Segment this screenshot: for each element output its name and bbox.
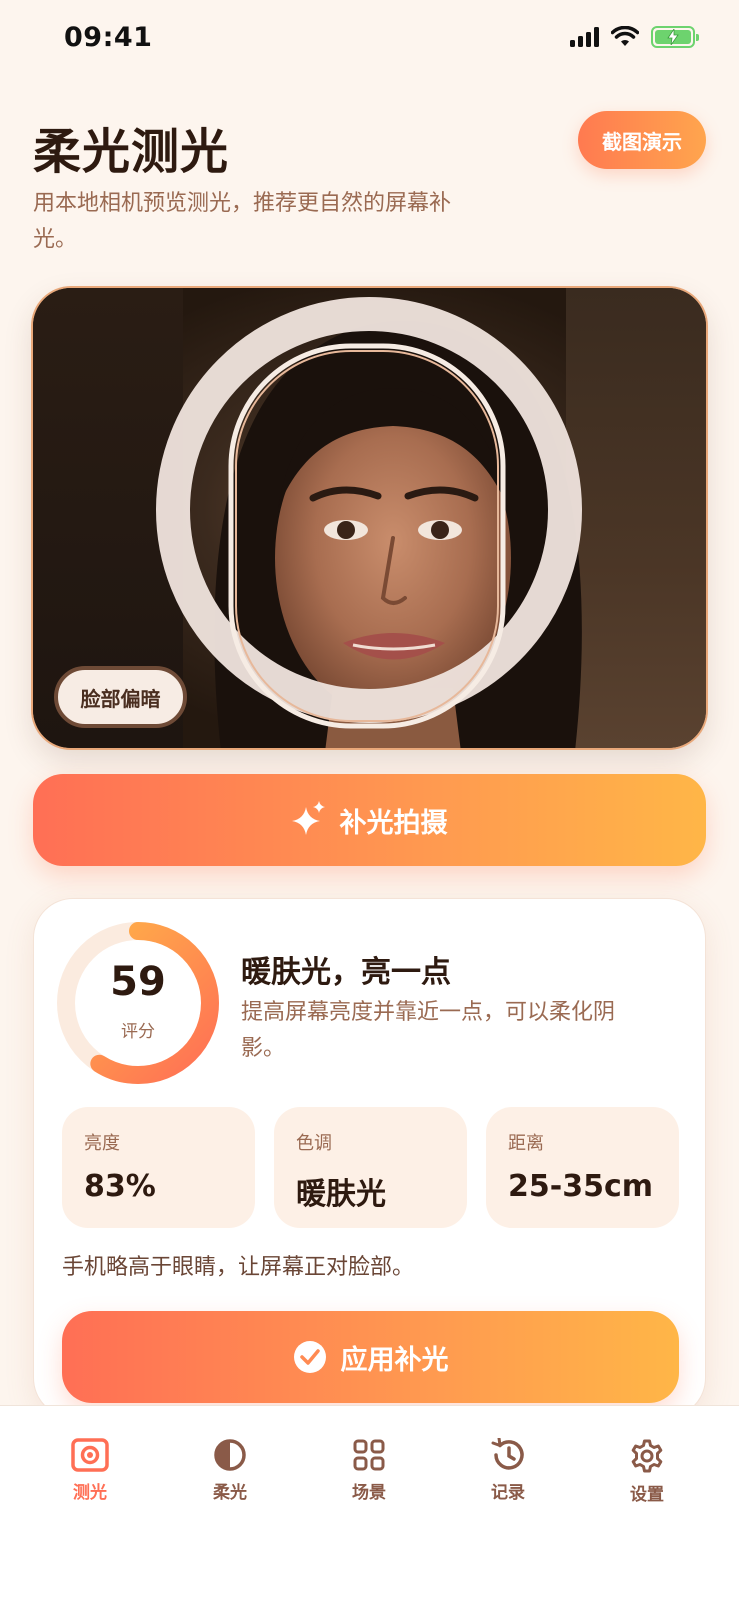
cellular-signal-icon — [570, 27, 599, 47]
grid-icon — [353, 1439, 385, 1471]
bottom-tab-bar: 测光 柔光 场景 记录 设置 — [0, 1405, 739, 1600]
metric-distance: 距离 25-35cm — [486, 1107, 679, 1228]
meter-icon — [71, 1438, 109, 1472]
contrast-icon — [214, 1439, 246, 1471]
apply-fill-light-button[interactable]: 应用补光 — [62, 1311, 679, 1403]
sparkle-icon — [291, 801, 325, 835]
tab-label: 柔光 — [213, 1483, 247, 1503]
status-bar: 09:41 — [0, 0, 739, 80]
camera-preview[interactable]: 脸部偏暗 — [33, 288, 706, 748]
metric-label: 色调 — [296, 1133, 332, 1154]
page-subtitle: 用本地相机预览测光，推荐更自然的屏幕补光。 — [33, 191, 452, 252]
score-value: 59 — [110, 959, 166, 1005]
recommendation-description: 提高屏幕亮度并靠近一点，可以柔化阴影。 — [241, 1000, 616, 1061]
tab-history[interactable]: 记录 — [458, 1438, 558, 1503]
page-title: 柔光测光 — [33, 124, 230, 180]
tab-label: 记录 — [491, 1483, 525, 1503]
metric-value: 83% — [84, 1169, 156, 1204]
face-status-chip: 脸部偏暗 — [54, 666, 187, 728]
capture-button-label: 补光拍摄 — [339, 807, 448, 839]
battery-charging-icon — [651, 26, 699, 48]
apply-button-label: 应用补光 — [340, 1344, 449, 1376]
score-label: 评分 — [121, 1022, 155, 1042]
check-circle-icon — [293, 1341, 326, 1373]
fill-light-capture-button[interactable]: 补光拍摄 — [33, 774, 706, 866]
history-icon — [491, 1438, 524, 1470]
metric-value: 暖肤光 — [296, 1177, 386, 1212]
status-icons — [570, 26, 699, 48]
metric-value: 25-35cm — [508, 1169, 653, 1204]
tab-label: 场景 — [352, 1483, 386, 1503]
tab-settings[interactable]: 设置 — [597, 1438, 697, 1505]
metric-label: 亮度 — [84, 1133, 120, 1154]
tab-meter[interactable]: 测光 — [40, 1438, 140, 1503]
status-time: 09:41 — [64, 22, 153, 53]
screenshot-demo-button[interactable]: 截图演示 — [578, 111, 706, 169]
tab-label: 设置 — [630, 1485, 664, 1505]
metrics-row: 亮度 83% 色调 暖肤光 距离 25-35cm — [62, 1107, 679, 1228]
tab-scene[interactable]: 场景 — [319, 1438, 419, 1503]
metric-label: 距离 — [508, 1133, 544, 1154]
positioning-tip: 手机略高于眼睛，让屏幕正对脸部。 — [62, 1255, 415, 1280]
tab-soft-light[interactable]: 柔光 — [180, 1438, 280, 1503]
recommendation-title: 暖肤光，亮一点 — [241, 955, 451, 990]
metric-tone: 色调 暖肤光 — [274, 1107, 467, 1228]
recommendation-card: 59 评分 暖肤光，亮一点 提高屏幕亮度并靠近一点，可以柔化阴影。 亮度 83%… — [33, 898, 706, 1418]
wifi-icon — [611, 26, 639, 46]
tab-label: 测光 — [73, 1483, 107, 1503]
metric-brightness: 亮度 83% — [62, 1107, 255, 1228]
gear-icon — [631, 1439, 663, 1473]
